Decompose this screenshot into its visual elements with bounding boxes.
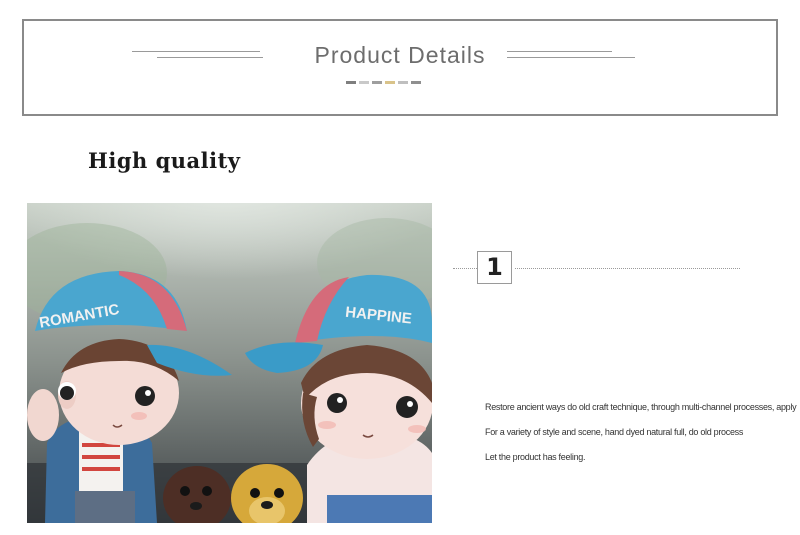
dotted-line-right <box>515 268 740 269</box>
feature-number-box: 1 <box>477 251 512 284</box>
feature-line-1: Restore ancient ways do old craft techni… <box>485 402 797 412</box>
color-dot <box>385 81 395 84</box>
dotted-line-left <box>453 268 477 269</box>
product-details-banner: Product Details <box>22 19 778 116</box>
color-dot <box>359 81 369 84</box>
feature-number: 1 <box>486 253 503 281</box>
banner-color-dots <box>346 81 421 84</box>
banner-title: Product Details <box>314 42 486 68</box>
section-heading: High quality <box>88 148 241 173</box>
feature-number-marker: 1 <box>453 250 743 288</box>
feature-line-3: Let the product has feeling. <box>485 452 586 462</box>
color-dot <box>411 81 421 84</box>
feature-line-2: For a variety of style and scene, hand d… <box>485 427 744 437</box>
color-dot <box>372 81 382 84</box>
color-dot <box>398 81 408 84</box>
product-photo: ROMANTIC HAPPINE <box>27 203 432 523</box>
banner-right-line-bottom <box>507 57 635 58</box>
color-dot <box>346 81 356 84</box>
figurine-illustration: ROMANTIC HAPPINE <box>27 203 432 523</box>
banner-right-line-top <box>507 51 612 52</box>
